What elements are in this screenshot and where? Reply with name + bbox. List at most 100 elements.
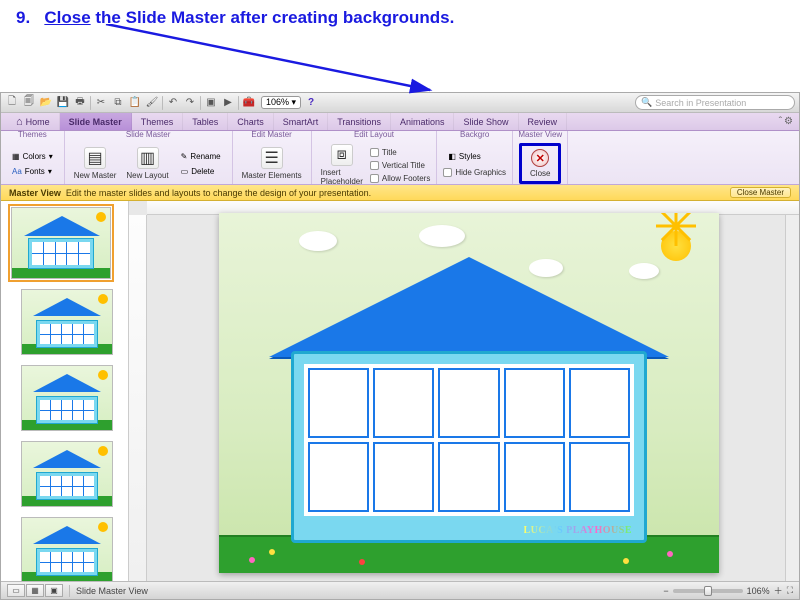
separator bbox=[90, 96, 91, 110]
flower-shape bbox=[249, 557, 255, 563]
app-window: 🗋 🗐 📂 💾 🖶 ✂ ⧉ 📋 🖌 ↶ ↷ ▣ ▶ 🧰 106% ▾ ? 🔍 S… bbox=[0, 92, 800, 600]
status-mode-label: Slide Master View bbox=[76, 586, 148, 596]
checkbox-vertical-title[interactable]: Vertical Title bbox=[370, 160, 430, 171]
tab-tables[interactable]: Tables bbox=[183, 113, 228, 130]
styles-icon: ◧ bbox=[448, 152, 456, 161]
layout-thumbnail[interactable] bbox=[21, 441, 113, 507]
tab-slide-master[interactable]: Slide Master bbox=[60, 113, 132, 130]
close-x-icon: ✕ bbox=[531, 149, 549, 167]
paste-icon[interactable]: 📋 bbox=[128, 96, 142, 110]
new-master-icon: ▤ bbox=[84, 147, 106, 169]
ribbon-tabs: Home Slide Master Themes Tables Charts S… bbox=[1, 113, 799, 131]
doc-template-icon[interactable]: 🗐 bbox=[22, 96, 36, 110]
zoom-slider[interactable] bbox=[673, 589, 743, 593]
font-icon: Aa bbox=[12, 167, 22, 176]
layout-thumbnail[interactable] bbox=[21, 517, 113, 581]
toolbox-icon[interactable]: 🧰 bbox=[242, 96, 256, 110]
layout-thumbnail[interactable] bbox=[21, 289, 113, 355]
open-icon[interactable]: 📂 bbox=[39, 96, 53, 110]
group-edit-layout: Edit Layout ⧈Insert Placeholder Title Ve… bbox=[312, 131, 438, 184]
close-master-button[interactable]: ✕ Close bbox=[527, 148, 553, 179]
checkbox-icon bbox=[370, 161, 379, 170]
rename-button[interactable]: ✎Rename bbox=[176, 150, 226, 163]
slide-thumbnail-pane[interactable] bbox=[1, 201, 129, 581]
grid-cell bbox=[308, 442, 369, 512]
slideshow-icon[interactable]: ▣ bbox=[204, 96, 218, 110]
new-layout-button[interactable]: ▥New Layout bbox=[123, 146, 171, 181]
undo-icon[interactable]: ↶ bbox=[166, 96, 180, 110]
group-master-view: Master View ✕ Close bbox=[513, 131, 568, 184]
tab-slide-show[interactable]: Slide Show bbox=[454, 113, 518, 130]
checkbox-icon bbox=[370, 148, 379, 157]
ribbon-options-icon[interactable]: ⚙ bbox=[784, 116, 793, 127]
checkbox-allow-footers[interactable]: Allow Footers bbox=[370, 173, 430, 184]
copy-icon[interactable]: ⧉ bbox=[111, 96, 125, 110]
flower-shape bbox=[359, 559, 365, 565]
collapse-ribbon-icon[interactable]: ˆ bbox=[779, 116, 782, 127]
info-bar-message: Edit the master slides and layouts to ch… bbox=[66, 188, 371, 198]
tab-themes[interactable]: Themes bbox=[132, 113, 184, 130]
search-input[interactable]: 🔍 Search in Presentation bbox=[635, 95, 795, 110]
ten-frame-grid bbox=[304, 364, 634, 516]
separator bbox=[238, 96, 239, 110]
instruction-text: 9. Close the Slide Master after creating… bbox=[0, 0, 800, 36]
close-master-bar-button[interactable]: Close Master bbox=[730, 187, 791, 198]
redo-icon[interactable]: ↷ bbox=[183, 96, 197, 110]
slider-thumb[interactable] bbox=[704, 586, 712, 596]
checkbox-hide-graphics[interactable]: Hide Graphics bbox=[443, 167, 506, 178]
zoom-out-button[interactable]: − bbox=[663, 586, 668, 596]
workspace: LUCA'S PLAYHOUSE bbox=[1, 201, 799, 581]
grid-cell bbox=[373, 368, 434, 438]
doc-new-icon[interactable]: 🗋 bbox=[5, 96, 19, 110]
master-elements-icon: ☰ bbox=[261, 147, 283, 169]
background-styles-button[interactable]: ◧Styles bbox=[443, 150, 506, 163]
checkbox-icon bbox=[443, 168, 452, 177]
grid-cell bbox=[438, 442, 499, 512]
tab-home[interactable]: Home bbox=[7, 113, 60, 130]
magnifier-icon: 🔍 bbox=[641, 97, 652, 108]
sorter-view-button[interactable]: ▦ bbox=[26, 584, 44, 597]
new-layout-icon: ▥ bbox=[137, 147, 159, 169]
tab-smartart[interactable]: SmartArt bbox=[274, 113, 329, 130]
zoom-combo[interactable]: 106% ▾ bbox=[261, 96, 301, 109]
separator bbox=[200, 96, 201, 110]
new-master-button[interactable]: ▤New Master bbox=[71, 146, 120, 181]
cut-icon[interactable]: ✂ bbox=[94, 96, 108, 110]
tab-charts[interactable]: Charts bbox=[228, 113, 274, 130]
fit-to-window-button[interactable]: ⛶ bbox=[787, 585, 793, 596]
help-icon[interactable]: ? bbox=[304, 96, 318, 110]
cloud-shape bbox=[299, 231, 337, 251]
roof-shape bbox=[269, 257, 669, 357]
quick-access-toolbar: 🗋 🗐 📂 💾 🖶 ✂ ⧉ 📋 🖌 ↶ ↷ ▣ ▶ 🧰 106% ▾ ? 🔍 S… bbox=[1, 93, 799, 113]
tab-review[interactable]: Review bbox=[519, 113, 568, 130]
flower-shape bbox=[269, 549, 275, 555]
view-buttons: ▭ ▦ ▣ bbox=[7, 584, 63, 597]
slide-editor: LUCA'S PLAYHOUSE bbox=[129, 201, 799, 581]
checkbox-title[interactable]: Title bbox=[370, 147, 430, 158]
format-painter-icon[interactable]: 🖌 bbox=[145, 96, 159, 110]
print-icon[interactable]: 🖶 bbox=[73, 96, 87, 110]
master-view-info-bar: Master View Edit the master slides and l… bbox=[1, 185, 799, 201]
group-slide-master: Slide Master ▤New Master ▥New Layout ✎Re… bbox=[65, 131, 233, 184]
tab-transitions[interactable]: Transitions bbox=[328, 113, 391, 130]
slide-canvas[interactable]: LUCA'S PLAYHOUSE bbox=[159, 225, 779, 561]
master-elements-button[interactable]: ☰Master Elements bbox=[239, 146, 305, 181]
grid-cell bbox=[438, 368, 499, 438]
grid-cell bbox=[504, 442, 565, 512]
layout-thumbnail[interactable] bbox=[21, 365, 113, 431]
delete-button[interactable]: ▭Delete bbox=[176, 165, 226, 178]
media-icon[interactable]: ▶ bbox=[221, 96, 235, 110]
theme-fonts-button[interactable]: AaFonts ▾ bbox=[7, 165, 58, 178]
tab-animations[interactable]: Animations bbox=[391, 113, 455, 130]
vertical-scrollbar[interactable] bbox=[785, 215, 799, 581]
insert-placeholder-button[interactable]: ⧈Insert Placeholder bbox=[318, 143, 366, 187]
master-thumbnail[interactable] bbox=[11, 207, 111, 279]
normal-view-button[interactable]: ▭ bbox=[7, 584, 25, 597]
grid-cell bbox=[569, 368, 630, 438]
grid-cell bbox=[569, 442, 630, 512]
theme-colors-button[interactable]: ▦Colors ▾ bbox=[7, 150, 58, 163]
save-icon[interactable]: 💾 bbox=[56, 96, 70, 110]
slideshow-view-button[interactable]: ▣ bbox=[45, 584, 63, 597]
group-themes: Themes ▦Colors ▾ AaFonts ▾ bbox=[1, 131, 65, 184]
zoom-in-button[interactable]: ＋ bbox=[774, 584, 783, 597]
